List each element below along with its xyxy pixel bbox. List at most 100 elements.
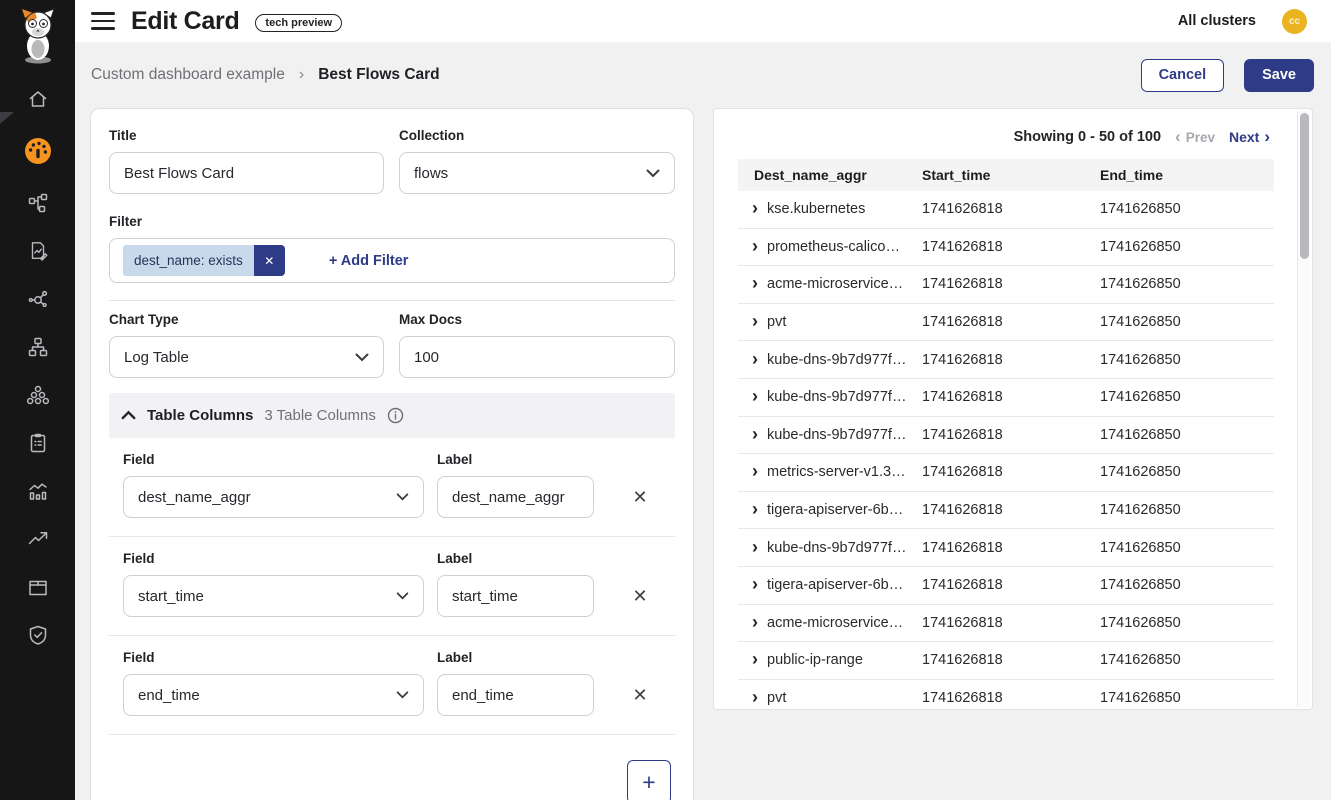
network-topology-icon[interactable] — [23, 192, 53, 214]
user-avatar[interactable]: cc — [1282, 9, 1307, 34]
cancel-button[interactable]: Cancel — [1141, 59, 1225, 92]
collection-select[interactable]: flows — [399, 152, 675, 194]
clipboard-list-icon[interactable] — [23, 432, 53, 454]
chevron-up-icon — [121, 407, 136, 425]
table-row[interactable]: › tigera-apiserver-6b… 1741626818 174162… — [738, 492, 1274, 530]
next-page-button[interactable]: Next › — [1229, 129, 1270, 145]
info-icon[interactable] — [387, 407, 404, 424]
service-graph-icon[interactable] — [23, 288, 53, 310]
table-row[interactable]: › kse.kubernetes 1741626818 1741626850 — [738, 191, 1274, 229]
dest-name-value: acme-microservice… — [767, 615, 903, 631]
table-row[interactable]: › metrics-server-v1.3… 1741626818 174162… — [738, 454, 1274, 492]
row-expand-icon[interactable]: › — [752, 540, 758, 556]
table-row[interactable]: › prometheus-calico… 1741626818 17416268… — [738, 229, 1274, 267]
table-row[interactable]: › kube-dns-9b7d977f… 1741626818 17416268… — [738, 379, 1274, 417]
end-time-value: 1741626850 — [1096, 690, 1274, 706]
table-row[interactable]: › pvt 1741626818 1741626850 — [738, 304, 1274, 342]
table-columns-list: Field Label dest_name_aggr ✕ — [109, 452, 675, 735]
breadcrumb-parent[interactable]: Custom dashboard example — [91, 66, 285, 84]
end-time-value: 1741626850 — [1096, 464, 1274, 480]
filter-chip: dest_name: exists ✕ — [123, 245, 285, 276]
table-row[interactable]: › acme-microservice… 1741626818 17416268… — [738, 266, 1274, 304]
row-expand-icon[interactable]: › — [752, 201, 758, 217]
title-input[interactable] — [109, 152, 384, 194]
card-preview-panel: Showing 0 - 50 of 100 ‹ Prev Next › Dest… — [713, 108, 1313, 710]
divider — [109, 536, 675, 537]
table-row[interactable]: › tigera-apiserver-6b… 1741626818 174162… — [738, 567, 1274, 605]
remove-column-icon[interactable]: ✕ — [632, 686, 647, 704]
home-icon[interactable] — [23, 88, 53, 110]
breadcrumb-bar: Custom dashboard example › Best Flows Ca… — [75, 42, 1331, 108]
scrollbar-thumb[interactable] — [1300, 113, 1309, 259]
dest-name-value: kse.kubernetes — [767, 201, 865, 217]
cluster-selector[interactable]: All clusters — [1178, 13, 1256, 29]
vertical-scrollbar[interactable] — [1297, 111, 1310, 707]
row-expand-icon[interactable]: › — [752, 352, 758, 368]
trending-up-icon[interactable] — [23, 528, 53, 550]
cluster-group-icon[interactable] — [23, 384, 53, 406]
shield-check-icon[interactable] — [23, 624, 53, 646]
table-columns-accordion[interactable]: Table Columns 3 Table Columns — [109, 393, 675, 438]
column-header-start-time: Start_time — [918, 167, 1096, 183]
row-expand-icon[interactable]: › — [752, 239, 758, 255]
row-expand-icon[interactable]: › — [752, 652, 758, 668]
page-title: Edit Card — [131, 7, 239, 36]
menu-hamburger-icon[interactable] — [91, 12, 115, 30]
label-input[interactable] — [437, 575, 594, 617]
field-select[interactable]: end_time — [123, 674, 424, 716]
prev-page-button[interactable]: ‹ Prev — [1175, 130, 1215, 145]
divider — [109, 635, 675, 636]
field-select[interactable]: start_time — [123, 575, 424, 617]
table-column-editor: Field Label end_time ✕ — [109, 650, 675, 735]
archive-box-icon[interactable] — [23, 576, 53, 598]
row-expand-icon[interactable]: › — [752, 276, 758, 292]
add-column-button[interactable]: + — [627, 760, 671, 800]
field-select[interactable]: dest_name_aggr — [123, 476, 424, 518]
chevron-down-icon — [355, 353, 369, 362]
start-time-value: 1741626818 — [918, 652, 1096, 668]
row-expand-icon[interactable]: › — [752, 314, 758, 330]
start-time-value: 1741626818 — [918, 352, 1096, 368]
start-time-value: 1741626818 — [918, 690, 1096, 706]
row-expand-icon[interactable]: › — [752, 577, 758, 593]
dashboard-gauge-icon[interactable] — [23, 136, 53, 166]
start-time-value: 1741626818 — [918, 389, 1096, 405]
tech-preview-badge: tech preview — [255, 14, 342, 32]
row-expand-icon[interactable]: › — [752, 690, 758, 706]
field-value: start_time — [138, 588, 204, 605]
bar-chart-icon[interactable] — [23, 480, 53, 502]
row-expand-icon[interactable]: › — [752, 502, 758, 518]
filter-chip-remove-icon[interactable]: ✕ — [254, 245, 285, 276]
table-row[interactable]: › kube-dns-9b7d977f… 1741626818 17416268… — [738, 417, 1274, 455]
tree-hierarchy-icon[interactable] — [23, 336, 53, 358]
start-time-value: 1741626818 — [918, 201, 1096, 217]
table-row[interactable]: › acme-microservice… 1741626818 17416268… — [738, 605, 1274, 643]
dest-name-value: public-ip-range — [767, 652, 863, 668]
remove-column-icon[interactable]: ✕ — [632, 587, 647, 605]
table-row[interactable]: › public-ip-range 1741626818 1741626850 — [738, 642, 1274, 680]
preview-table: Dest_name_aggr Start_time End_time › kse… — [738, 159, 1274, 710]
max-docs-input[interactable] — [399, 336, 675, 378]
report-edit-icon[interactable] — [23, 240, 53, 262]
filter-label: Filter — [109, 214, 675, 229]
chart-type-value: Log Table — [124, 349, 189, 366]
row-expand-icon[interactable]: › — [752, 464, 758, 480]
row-expand-icon[interactable]: › — [752, 615, 758, 631]
remove-column-icon[interactable]: ✕ — [632, 488, 647, 506]
filter-box[interactable]: dest_name: exists ✕ + Add Filter — [109, 238, 675, 283]
label-input[interactable] — [437, 674, 594, 716]
end-time-value: 1741626850 — [1096, 352, 1274, 368]
dest-name-value: acme-microservice… — [767, 276, 903, 292]
add-filter-link[interactable]: + Add Filter — [329, 253, 409, 269]
label-input[interactable] — [437, 476, 594, 518]
row-expand-icon[interactable]: › — [752, 389, 758, 405]
active-page-flag — [0, 112, 14, 124]
table-row[interactable]: › kube-dns-9b7d977f… 1741626818 17416268… — [738, 341, 1274, 379]
table-row[interactable]: › pvt 1741626818 1741626850 — [738, 680, 1274, 710]
save-button[interactable]: Save — [1244, 59, 1314, 92]
chart-type-select[interactable]: Log Table — [109, 336, 384, 378]
table-row[interactable]: › kube-dns-9b7d977f… 1741626818 17416268… — [738, 529, 1274, 567]
dest-name-value: metrics-server-v1.3… — [767, 464, 906, 480]
column-header-dest-name-aggr: Dest_name_aggr — [738, 167, 918, 183]
row-expand-icon[interactable]: › — [752, 427, 758, 443]
